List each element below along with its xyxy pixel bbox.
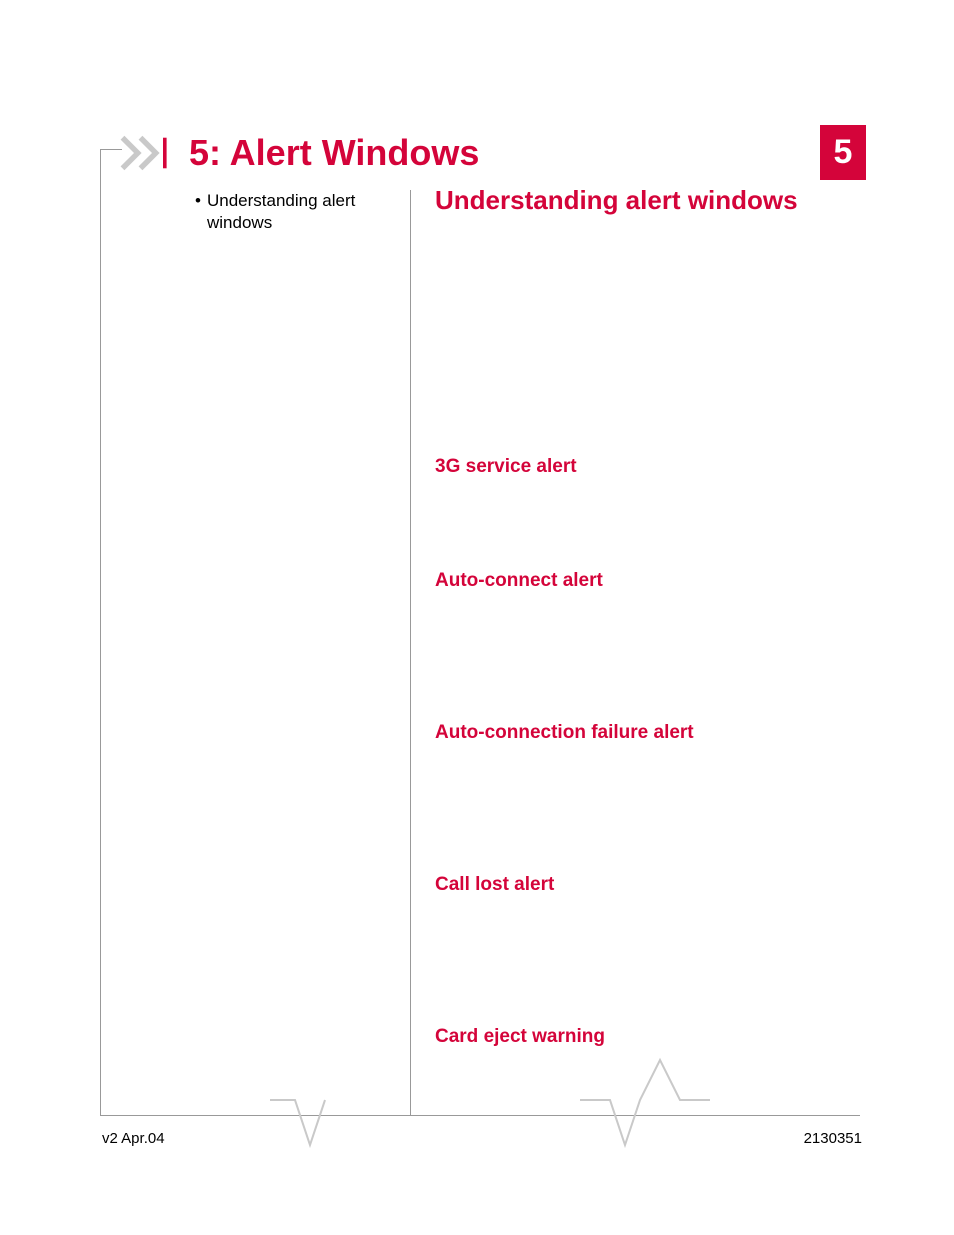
toc-item-label: Understanding alert windows — [207, 190, 390, 234]
chapter-number-badge: 5 — [820, 125, 866, 180]
content-column: Understanding alert windows 3G service a… — [435, 185, 855, 1048]
double-chevron-right-icon — [118, 135, 181, 171]
frame-rule-left — [100, 149, 101, 1115]
frame-rule-top — [100, 149, 122, 150]
chapter-title: 5: Alert Windows — [189, 132, 479, 174]
chapter-number: 5 — [834, 133, 853, 172]
footer-docnum: 2130351 — [804, 1130, 862, 1147]
toc: • Understanding alert windows — [195, 190, 390, 234]
alert-heading: Call lost alert — [435, 874, 855, 896]
heartbeat-divider-icon — [0, 1050, 954, 1170]
alert-heading: Card eject warning — [435, 1026, 855, 1048]
page: 5 5: Alert Windows • Understanding alert… — [0, 0, 954, 1235]
bullet-icon: • — [195, 190, 207, 234]
chapter-title-row: 5: Alert Windows — [118, 132, 479, 174]
footer-version: v2 Apr.04 — [102, 1130, 165, 1147]
alert-heading: Auto-connection failure alert — [435, 722, 855, 744]
column-divider — [410, 190, 411, 1115]
toc-item[interactable]: • Understanding alert windows — [195, 190, 390, 234]
alert-heading: Auto-connect alert — [435, 570, 855, 592]
section-title: Understanding alert windows — [435, 185, 855, 216]
frame-rule-bottom — [100, 1115, 860, 1116]
alert-heading: 3G service alert — [435, 456, 855, 478]
